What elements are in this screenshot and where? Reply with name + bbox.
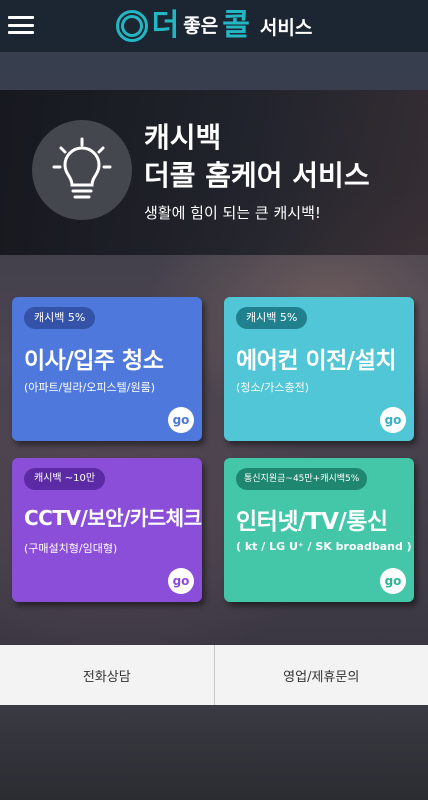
concentric-circles-logo-icon	[115, 10, 148, 42]
logo-text-kol: 콜	[222, 8, 250, 43]
logo-text-joeun: 좋은	[183, 14, 219, 37]
top-navigation-bar: 더 좋은 콜 서비스	[0, 0, 428, 52]
card-title: 인터넷/TV/통신	[236, 509, 388, 535]
service-card-internet-tv[interactable]: 통신지원금~45만+캐시백5% 인터넷/TV/통신 ( kt / LG U⁺ /…	[224, 458, 414, 602]
card-subtitle: (청소/가스충전)	[236, 381, 310, 394]
card-subtitle-carriers: ( kt / LG U⁺ / SK broadband )	[236, 540, 412, 553]
footer-background	[0, 705, 428, 800]
logo-text-service: 서비스	[259, 16, 313, 39]
hero-banner: 캐시백 더콜 홈케어 서비스 생활에 힘이 되는 큰 캐시백!	[0, 90, 428, 255]
business-inquiry-button[interactable]: 영업/제휴문의	[213, 645, 428, 705]
go-button[interactable]: go	[168, 407, 194, 433]
cashback-badge: 캐시백 5%	[236, 307, 308, 329]
go-button[interactable]: go	[168, 568, 194, 594]
lightbulb-icon	[32, 120, 132, 220]
phone-consult-button[interactable]: 전화상담	[0, 645, 214, 705]
logo-text-deo: 더	[151, 8, 180, 43]
header-spacer-band	[0, 52, 428, 90]
cashback-badge: 캐시백 5%	[24, 307, 96, 329]
service-card-moving-cleaning[interactable]: 캐시백 5% 이사/입주 청소 (아파트/빌라/오피스텔/원룸) go	[12, 297, 202, 441]
service-card-aircon-install[interactable]: 캐시백 5% 에어컨 이전/설치 (청소/가스충전) go	[224, 297, 414, 441]
go-button[interactable]: go	[380, 407, 406, 433]
support-badge: 통신지원금~45만+캐시백5%	[236, 468, 368, 490]
card-subtitle: (아파트/빌라/오피스텔/원룸)	[24, 381, 156, 394]
cashback-badge: 캐시백 ~10만	[24, 468, 106, 490]
card-title: 에어컨 이전/설치	[236, 348, 397, 374]
brand-logo[interactable]: 더 좋은 콜 서비스	[115, 8, 313, 43]
card-title: 이사/입주 청소	[24, 348, 164, 374]
hero-subtitle: 생활에 힘이 되는 큰 캐시백!	[144, 204, 321, 222]
hero-title-line2: 더콜 홈케어 서비스	[144, 159, 370, 192]
card-subtitle: (구매설치형/임대형)	[24, 542, 118, 555]
card-title: CCTV/보안/카드체크	[24, 506, 202, 530]
hero-title-line1: 캐시백	[144, 121, 222, 154]
go-button[interactable]: go	[380, 568, 406, 594]
service-card-cctv-security[interactable]: 캐시백 ~10만 CCTV/보안/카드체크 (구매설치형/임대형) go	[12, 458, 202, 602]
bottom-action-bar: 전화상담 영업/제휴문의	[0, 645, 428, 705]
hamburger-menu-icon[interactable]	[8, 13, 34, 37]
